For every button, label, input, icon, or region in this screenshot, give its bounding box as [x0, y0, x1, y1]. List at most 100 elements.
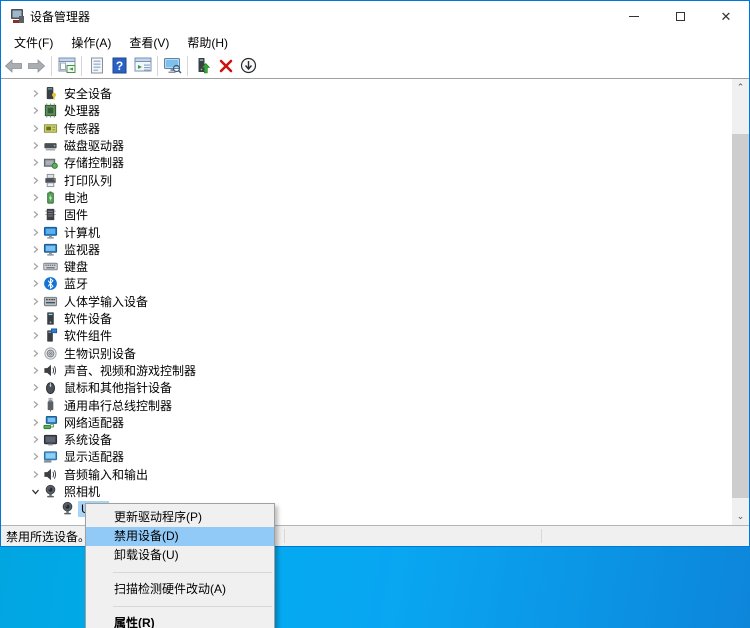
toolbar-button-scan-hardware-changes[interactable]	[161, 54, 184, 77]
context-menu: 更新驱动程序(P)禁用设备(D)卸载设备(U) 扫描检测硬件改动(A) 属性(R)	[85, 503, 275, 628]
chevron-right-icon[interactable]	[29, 141, 41, 150]
chevron-right-icon[interactable]	[29, 193, 41, 202]
minimize-button[interactable]	[611, 1, 657, 31]
monitor-icon	[43, 242, 58, 257]
tree-item-3[interactable]: 磁盘驱动器	[1, 137, 732, 154]
scan-hardware-changes-icon	[163, 57, 182, 74]
tree-item-18[interactable]: 通用串行总线控制器	[1, 396, 732, 413]
tree-item-10[interactable]: 键盘	[1, 258, 732, 275]
tree-item-6[interactable]: 电池	[1, 189, 732, 206]
show-console-tree-icon	[58, 57, 76, 74]
toolbar-button-forward-arrow[interactable]	[25, 54, 48, 77]
tree-item-2[interactable]: 传感器	[1, 120, 732, 137]
tree-item-9[interactable]: 监视器	[1, 241, 732, 258]
menubar-item-2[interactable]: 查看(V)	[120, 32, 178, 53]
chevron-down-icon[interactable]	[29, 487, 41, 496]
chevron-right-icon[interactable]	[29, 210, 41, 219]
chevron-right-icon[interactable]	[29, 106, 41, 115]
chevron-right-icon[interactable]	[29, 331, 41, 340]
context-menu-separator	[113, 572, 272, 573]
chevron-right-icon[interactable]	[29, 228, 41, 237]
menubar-item-3[interactable]: 帮助(H)	[178, 32, 237, 53]
tree-item-23[interactable]: 照相机	[1, 483, 732, 500]
keyboard-icon	[43, 259, 58, 274]
chevron-right-icon[interactable]	[29, 297, 41, 306]
toolbar-button-action-pane[interactable]	[131, 54, 154, 77]
tree-item-label: 系统设备	[61, 430, 115, 449]
menubar: 文件(F)操作(A)查看(V)帮助(H)	[1, 31, 749, 53]
menubar-item-0[interactable]: 文件(F)	[5, 32, 62, 53]
tree-item-11[interactable]: 蓝牙	[1, 275, 732, 292]
chevron-right-icon[interactable]	[29, 366, 41, 375]
network-icon	[43, 415, 58, 430]
display-icon	[43, 449, 58, 464]
scroll-down-icon[interactable]: ⌄	[732, 508, 749, 525]
action-pane-icon	[134, 57, 152, 74]
toolbar-button-uninstall-device[interactable]	[214, 54, 237, 77]
tree-item-0[interactable]: 安全设备	[1, 85, 732, 102]
chevron-right-icon[interactable]	[29, 262, 41, 271]
tree-item-16[interactable]: 声音、视频和游戏控制器	[1, 362, 732, 379]
tree-item-15[interactable]: 生物识别设备	[1, 344, 732, 361]
device-manager-app-icon	[9, 8, 25, 24]
context-menu-item-4[interactable]: 扫描检测硬件改动(A)	[86, 580, 274, 599]
toolbar-button-help[interactable]: ?	[108, 54, 131, 77]
tree-item-12[interactable]: 人体学输入设备	[1, 293, 732, 310]
tree-item-21[interactable]: 显示适配器	[1, 448, 732, 465]
toolbar-button-update-driver[interactable]	[191, 54, 214, 77]
tree-item-22[interactable]: 音频输入和输出	[1, 466, 732, 483]
tree-item-label: 键盘	[61, 257, 91, 276]
chevron-right-icon[interactable]	[29, 245, 41, 254]
context-menu-item-0[interactable]: 更新驱动程序(P)	[86, 508, 274, 527]
context-menu-item-1[interactable]: 禁用设备(D)	[86, 527, 274, 546]
menubar-item-1[interactable]: 操作(A)	[62, 32, 120, 53]
vertical-scrollbar[interactable]: ⌃ ⌄	[732, 79, 749, 525]
chevron-right-icon[interactable]	[29, 452, 41, 461]
tree-item-13[interactable]: 软件设备	[1, 310, 732, 327]
chevron-right-icon[interactable]	[29, 279, 41, 288]
chevron-right-icon[interactable]	[29, 418, 41, 427]
tree-item-1[interactable]: 处理器	[1, 102, 732, 119]
scrollbar-thumb[interactable]	[732, 134, 749, 498]
device-tree-panel: 安全设备处理器传感器磁盘驱动器存储控制器打印队列电池固件计算机监视器键盘蓝牙人体…	[1, 79, 749, 525]
speaker-icon	[43, 363, 58, 378]
device-tree: 安全设备处理器传感器磁盘驱动器存储控制器打印队列电池固件计算机监视器键盘蓝牙人体…	[1, 79, 732, 525]
scroll-up-icon[interactable]: ⌃	[732, 79, 749, 96]
tree-item-label: 计算机	[61, 223, 103, 242]
chevron-right-icon[interactable]	[29, 400, 41, 409]
close-button[interactable]: ✕	[703, 1, 749, 31]
tree-item-7[interactable]: 固件	[1, 206, 732, 223]
tree-item-label: 磁盘驱动器	[61, 136, 127, 155]
context-menu-item-2[interactable]: 卸载设备(U)	[86, 546, 274, 565]
statusbar-divider	[541, 529, 542, 543]
chevron-right-icon[interactable]	[29, 435, 41, 444]
toolbar-separator	[187, 56, 188, 76]
chevron-right-icon[interactable]	[29, 158, 41, 167]
tree-item-5[interactable]: 打印队列	[1, 171, 732, 188]
chevron-right-icon[interactable]	[29, 176, 41, 185]
toolbar-button-back-arrow[interactable]	[2, 54, 25, 77]
toolbar-separator	[51, 56, 52, 76]
tree-item-label: 打印队列	[61, 171, 115, 190]
tree-item-8[interactable]: 计算机	[1, 223, 732, 240]
tree-item-20[interactable]: 系统设备	[1, 431, 732, 448]
tree-item-19[interactable]: 网络适配器	[1, 414, 732, 431]
mouse-icon	[43, 380, 58, 395]
disable-device-icon	[240, 57, 257, 74]
context-menu-item-6[interactable]: 属性(R)	[86, 614, 274, 628]
toolbar-button-properties[interactable]	[85, 54, 108, 77]
chevron-right-icon[interactable]	[29, 124, 41, 133]
chevron-right-icon[interactable]	[29, 89, 41, 98]
webcam-icon	[60, 501, 75, 516]
tree-item-17[interactable]: 鼠标和其他指针设备	[1, 379, 732, 396]
tree-item-4[interactable]: 存储控制器	[1, 154, 732, 171]
chevron-right-icon[interactable]	[29, 470, 41, 479]
chevron-right-icon[interactable]	[29, 349, 41, 358]
tree-item-14[interactable]: 软件组件	[1, 327, 732, 344]
chevron-right-icon[interactable]	[29, 383, 41, 392]
tree-item-label: 监视器	[61, 240, 103, 259]
toolbar-button-disable-device[interactable]	[237, 54, 260, 77]
toolbar-button-show-console-tree[interactable]	[55, 54, 78, 77]
chevron-right-icon[interactable]	[29, 314, 41, 323]
maximize-button[interactable]	[657, 1, 703, 31]
